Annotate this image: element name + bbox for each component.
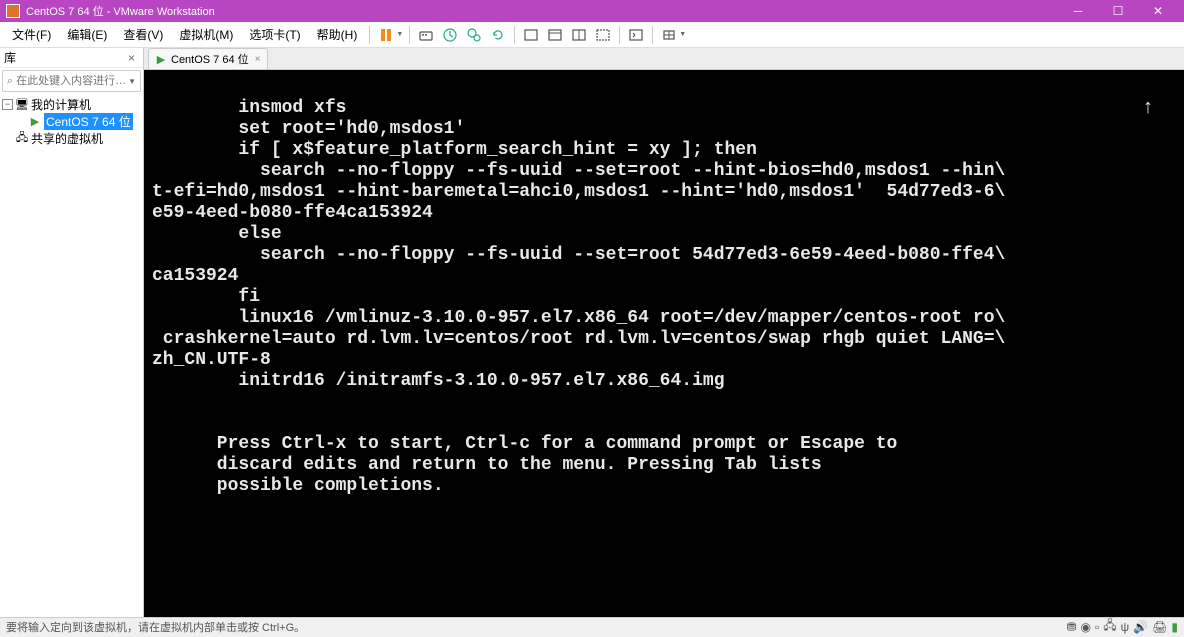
main-area: 库 × ⌕ ▼ − 🖥 我的计算机 ▶ CentOS 7 64 位 🖧 共享的虚… (0, 48, 1184, 617)
vm-running-icon: ▶ (28, 115, 42, 128)
separator (619, 26, 620, 44)
tray-sound-icon[interactable]: 🔊 (1133, 620, 1148, 634)
menu-edit[interactable]: 编辑(E) (59, 24, 115, 45)
fullscreen-button[interactable] (625, 24, 647, 46)
sidebar-header: 库 × (0, 48, 143, 68)
menu-help[interactable]: 帮助(H) (309, 24, 366, 45)
vm-console[interactable]: ↑ insmod xfs set root='hd0,msdos1' if [ … (144, 70, 1184, 617)
console-line: insmod xfs (152, 98, 346, 118)
pause-button[interactable] (375, 24, 397, 46)
view-unity-button[interactable] (592, 24, 614, 46)
tray-network-icon[interactable]: 🖧 (1103, 616, 1116, 637)
maximize-button[interactable]: ☐ (1098, 0, 1138, 22)
status-text: 要将输入定向到该虚拟机，请在虚拟机内部单击或按 Ctrl+G。 (6, 619, 305, 635)
tab-close-button[interactable]: × (255, 54, 261, 65)
tree-label: 共享的虚拟机 (31, 130, 103, 147)
console-line: search --no-floppy --fs-uuid --set=root … (152, 161, 1005, 181)
view-quickswitch-button[interactable] (568, 24, 590, 46)
console-line: t-efi=hd0,msdos1 --hint-baremetal=ahci0,… (152, 182, 1005, 202)
minimize-button[interactable]: ─ (1058, 0, 1098, 22)
sidebar-title: 库 (4, 49, 16, 66)
computer-icon: 🖥 (15, 98, 29, 111)
separator (514, 26, 515, 44)
console-line: Press Ctrl-x to start, Ctrl-c for a comm… (152, 434, 897, 454)
vmware-app-icon (6, 4, 20, 18)
scroll-up-indicator: ↑ (1142, 98, 1154, 119)
console-line: discard edits and return to the menu. Pr… (152, 455, 822, 475)
console-line: crashkernel=auto rd.lvm.lv=centos/root r… (152, 329, 1005, 349)
tray-printer-icon[interactable]: 🖨 (1152, 620, 1167, 634)
close-window-button[interactable]: ✕ (1138, 0, 1178, 22)
sidebar-close-button[interactable]: × (124, 51, 139, 65)
tree-label: 我的计算机 (31, 96, 91, 113)
library-sidebar: 库 × ⌕ ▼ − 🖥 我的计算机 ▶ CentOS 7 64 位 🖧 共享的虚… (0, 48, 144, 617)
menu-vm[interactable]: 虚拟机(M) (171, 24, 241, 45)
tree-label: CentOS 7 64 位 (44, 113, 133, 130)
tray-display-icon[interactable]: ▮ (1171, 620, 1178, 634)
tray-hdd-icon[interactable]: ⛃ (1066, 620, 1076, 634)
menubar: 文件(F) 编辑(E) 查看(V) 虚拟机(M) 选项卡(T) 帮助(H) ▼ … (0, 22, 1184, 48)
power-dropdown[interactable]: ▼ (396, 31, 405, 38)
tree-node-centos[interactable]: ▶ CentOS 7 64 位 (2, 113, 141, 130)
tray-cd-icon[interactable]: ◉ (1081, 620, 1091, 634)
send-ctrl-alt-del-button[interactable] (415, 24, 437, 46)
revert-snapshot-button[interactable] (487, 24, 509, 46)
tree-collapse-icon[interactable]: − (2, 99, 13, 110)
search-dropdown[interactable]: ▼ (128, 77, 136, 86)
separator (409, 26, 410, 44)
console-line: e59-4eed-b080-ffe4ca153924 (152, 203, 433, 223)
menu-view[interactable]: 查看(V) (115, 24, 171, 45)
separator (369, 26, 370, 44)
console-line: set root='hd0,msdos1' (152, 119, 465, 139)
tray-floppy-icon[interactable]: ▫ (1095, 620, 1099, 634)
menu-tabs[interactable]: 选项卡(T) (241, 24, 308, 45)
shared-vm-icon: 🖧 (15, 129, 29, 148)
stretch-dropdown[interactable]: ▼ (679, 31, 688, 38)
console-line: possible completions. (152, 476, 444, 496)
console-line: ca153924 (152, 266, 238, 286)
tray-usb-icon[interactable]: ψ (1121, 620, 1130, 634)
console-line: if [ x$feature_platform_search_hint = xy… (152, 140, 757, 160)
tabbar: ▶ CentOS 7 64 位 × (144, 48, 1184, 70)
tab-centos[interactable]: ▶ CentOS 7 64 位 × (148, 48, 268, 69)
titlebar: CentOS 7 64 位 - VMware Workstation ─ ☐ ✕ (0, 0, 1184, 22)
console-line: else (152, 224, 282, 244)
sidebar-search[interactable]: ⌕ ▼ (2, 70, 141, 92)
view-single-button[interactable] (520, 24, 542, 46)
stretch-guest-button[interactable] (658, 24, 680, 46)
search-input[interactable] (16, 75, 128, 87)
tree-node-shared[interactable]: 🖧 共享的虚拟机 (2, 130, 141, 147)
separator (652, 26, 653, 44)
console-line: initrd16 /initramfs-3.10.0-957.el7.x86_6… (152, 371, 725, 391)
view-console-button[interactable] (544, 24, 566, 46)
console-line: fi (152, 287, 260, 307)
search-icon: ⌕ (7, 75, 13, 88)
snapshot-manager-button[interactable] (463, 24, 485, 46)
menu-file[interactable]: 文件(F) (4, 24, 59, 45)
content-area: ▶ CentOS 7 64 位 × ↑ insmod xfs set root=… (144, 48, 1184, 617)
tab-label: CentOS 7 64 位 (171, 51, 249, 67)
vm-tab-icon: ▶ (155, 53, 167, 65)
library-tree: − 🖥 我的计算机 ▶ CentOS 7 64 位 🖧 共享的虚拟机 (0, 94, 143, 617)
console-line: zh_CN.UTF-8 (152, 350, 271, 370)
device-tray: ⛃ ◉ ▫ 🖧 ψ 🔊 🖨 ▮ (1066, 616, 1178, 637)
snapshot-button[interactable] (439, 24, 461, 46)
statusbar: 要将输入定向到该虚拟机，请在虚拟机内部单击或按 Ctrl+G。 ⛃ ◉ ▫ 🖧 … (0, 617, 1184, 635)
tree-root-mycomputer[interactable]: − 🖥 我的计算机 (2, 96, 141, 113)
window-title: CentOS 7 64 位 - VMware Workstation (26, 3, 1058, 19)
console-line: search --no-floppy --fs-uuid --set=root … (152, 245, 1005, 265)
console-line: linux16 /vmlinuz-3.10.0-957.el7.x86_64 r… (152, 308, 1005, 328)
